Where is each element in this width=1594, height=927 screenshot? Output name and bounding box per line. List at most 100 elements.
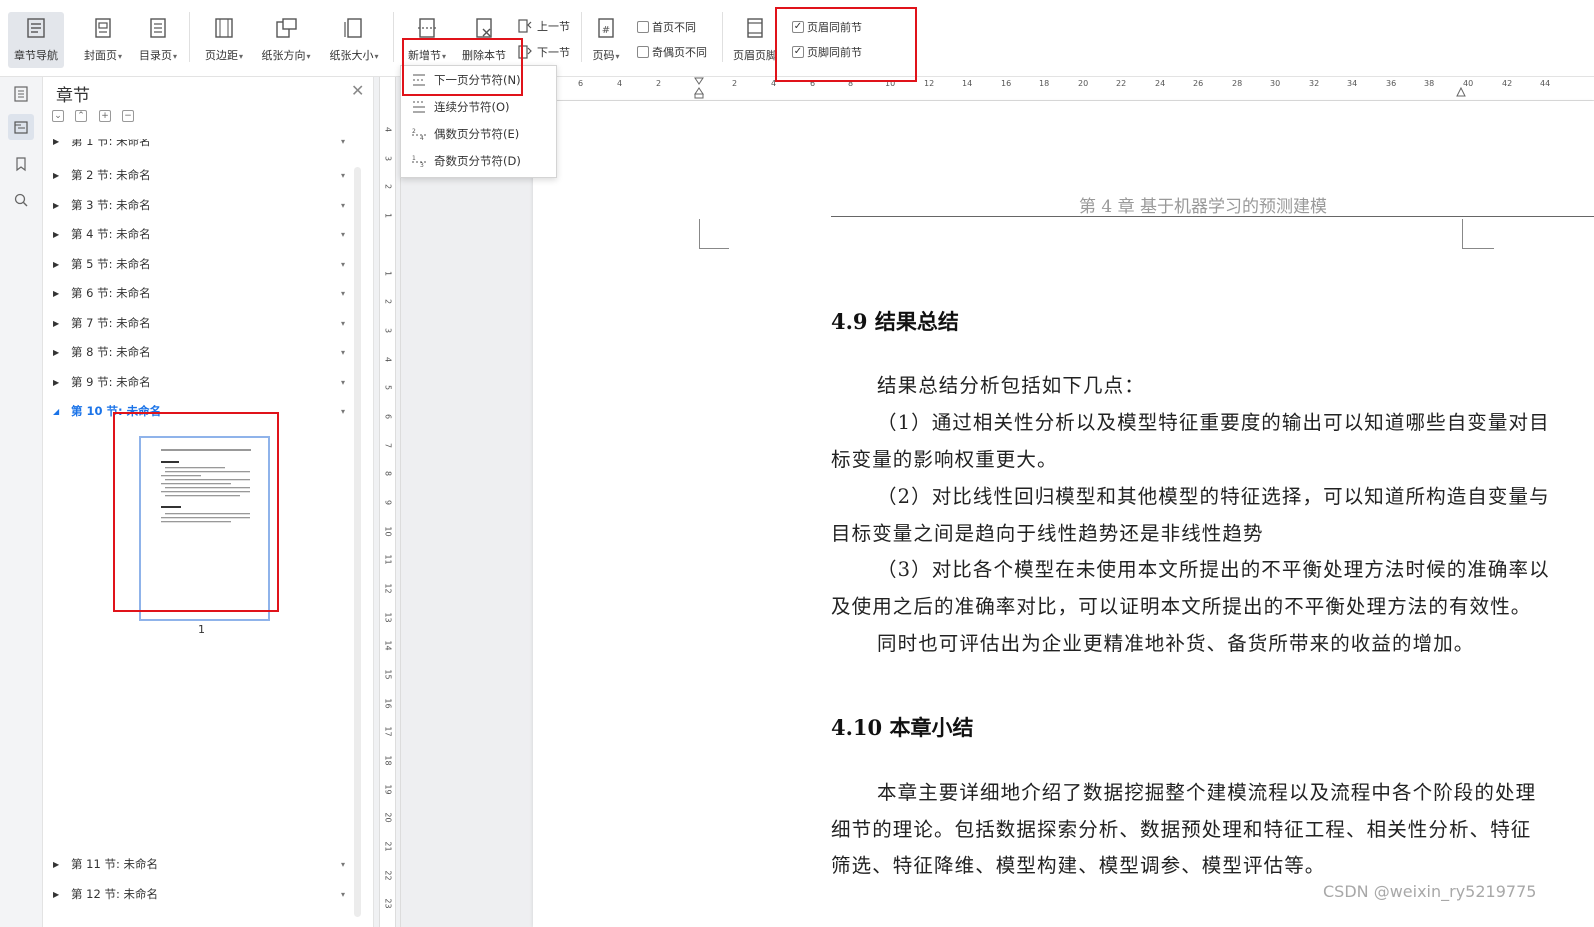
chevron-down-icon[interactable]: ▾ bbox=[341, 139, 353, 146]
chevron-down-icon[interactable]: ▾ bbox=[341, 860, 353, 869]
svg-text:3: 3 bbox=[420, 162, 424, 168]
prev-section-button[interactable]: 上一节 bbox=[516, 18, 570, 34]
ribbon-divider bbox=[393, 12, 394, 62]
orientation-button[interactable]: 纸张方向▾ bbox=[256, 15, 316, 63]
ruler-number: 38 bbox=[1424, 79, 1435, 88]
remove-section-icon[interactable]: − bbox=[122, 110, 134, 122]
section-item-6[interactable]: ▶ 第 6 节: 未命名 ▾ bbox=[53, 283, 353, 303]
watermark-text: CSDN @weixin_ry5219775 bbox=[1323, 882, 1537, 901]
ruler-number: 22 bbox=[1116, 79, 1127, 88]
ruler-number: 28 bbox=[1232, 79, 1243, 88]
chevron-down-icon[interactable]: ▾ bbox=[341, 201, 353, 210]
header-footer-icon bbox=[742, 15, 768, 41]
section-item-7[interactable]: ▶ 第 7 节: 未命名 ▾ bbox=[53, 313, 353, 333]
ruler-number: 2 bbox=[383, 183, 393, 190]
section-break-icon: 24 bbox=[410, 126, 428, 142]
expand-arrow-icon: ▶ bbox=[53, 859, 60, 869]
chevron-down-icon[interactable]: ▾ bbox=[341, 890, 353, 899]
chevron-down-icon[interactable]: ▾ bbox=[341, 407, 353, 416]
section-label: 第 9 节: 未命名 bbox=[71, 375, 151, 389]
chevron-down-icon[interactable]: ▾ bbox=[341, 230, 353, 239]
outline-icon[interactable] bbox=[8, 81, 34, 107]
section-item-4[interactable]: ▶ 第 4 节: 未命名 ▾ bbox=[53, 224, 353, 244]
new-section-dropdown: 下一页分节符(N) 连续分节符(O) 24 偶数页分节符(E) 13 奇数页分节… bbox=[400, 65, 557, 178]
chevron-down-icon[interactable]: ▾ bbox=[341, 260, 353, 269]
margins-button[interactable]: 页边距▾ bbox=[200, 15, 248, 63]
delete-section-button[interactable]: 删除本节 bbox=[458, 15, 510, 63]
thumbnail-preview bbox=[161, 449, 251, 523]
section-item-10[interactable]: ◢ 第 10 节: 未命名 ▾ bbox=[53, 401, 353, 421]
section-label: 第 7 节: 未命名 bbox=[71, 316, 151, 330]
paper-size-button[interactable]: 纸张大小▾ bbox=[324, 15, 384, 63]
header-same-as-previous-checkbox[interactable]: ✓ 页眉同前节 bbox=[792, 19, 862, 35]
ruler-number: 1 bbox=[383, 212, 393, 219]
paragraph-line: 及使用之后的准确率对比，可以证明本文所提出的不平衡处理方法的有效性。 bbox=[831, 595, 1532, 618]
cover-page-button[interactable]: 封面页▾ bbox=[80, 15, 126, 63]
expand-arrow-icon: ▶ bbox=[53, 889, 60, 899]
chevron-down-icon[interactable]: ▾ bbox=[341, 378, 353, 387]
ruler-number: 3 bbox=[383, 155, 393, 162]
paper-size-label: 纸张大小 bbox=[329, 49, 374, 62]
section-item-5[interactable]: ▶ 第 5 节: 未命名 ▾ bbox=[53, 254, 353, 274]
section-item-1[interactable]: ▶ 第 1 节: 未命名 ▾ bbox=[53, 139, 353, 151]
first-page-different-checkbox[interactable]: 首页不同 bbox=[637, 19, 696, 35]
new-section-button[interactable]: 新增节▾ bbox=[401, 15, 453, 63]
section-item-2[interactable]: ▶ 第 2 节: 未命名 ▾ bbox=[53, 165, 353, 185]
bookmark-icon[interactable] bbox=[8, 151, 34, 177]
even-page-section-break[interactable]: 24 偶数页分节符(E) bbox=[401, 120, 556, 147]
chevron-down-icon[interactable]: ▾ bbox=[341, 348, 353, 357]
section-label: 第 10 节: 未命名 bbox=[71, 404, 162, 418]
odd-even-different-checkbox[interactable]: 奇偶页不同 bbox=[637, 44, 707, 60]
collapse-all-icon[interactable]: ⌄ bbox=[52, 110, 64, 122]
chapter-icon[interactable] bbox=[8, 114, 34, 140]
chevron-down-icon[interactable]: ▾ bbox=[341, 319, 353, 328]
toc-icon bbox=[145, 15, 171, 41]
ruler-number: 44 bbox=[1540, 79, 1551, 88]
section-label: 第 11 节: 未命名 bbox=[71, 857, 158, 871]
footer-same-as-previous-checkbox[interactable]: ✓ 页脚同前节 bbox=[792, 44, 862, 60]
continuous-section-break[interactable]: 连续分节符(O) bbox=[401, 93, 556, 120]
panel-scrollbar[interactable] bbox=[354, 167, 361, 917]
header-footer-button[interactable]: 页眉页脚 bbox=[730, 15, 780, 63]
expand-arrow-icon: ▶ bbox=[53, 318, 60, 328]
add-section-icon[interactable]: + bbox=[99, 110, 111, 122]
section-item-12[interactable]: ▶ 第 12 节: 未命名 ▾ bbox=[53, 884, 353, 904]
expand-up-icon[interactable]: ⌃ bbox=[75, 110, 87, 122]
chapter-nav-button[interactable]: 章节导航 bbox=[8, 12, 64, 68]
menu-item-label: 偶数页分节符(E) bbox=[434, 126, 520, 141]
expand-arrow-icon: ▶ bbox=[53, 139, 60, 146]
ruler-number: 9 bbox=[383, 499, 393, 506]
toc-page-button[interactable]: 目录页▾ bbox=[135, 15, 181, 63]
close-icon[interactable]: ✕ bbox=[351, 81, 364, 100]
ruler-number: 8 bbox=[383, 470, 393, 477]
section-item-8[interactable]: ▶ 第 8 节: 未命名 ▾ bbox=[53, 342, 353, 362]
ruler-number: 11 bbox=[383, 554, 393, 565]
odd-page-section-break[interactable]: 13 奇数页分节符(D) bbox=[401, 147, 556, 174]
section-label: 第 12 节: 未命名 bbox=[71, 887, 158, 901]
ribbon-divider bbox=[581, 12, 582, 62]
right-indent-marker-icon[interactable] bbox=[1456, 82, 1466, 98]
ruler-number: 21 bbox=[383, 841, 393, 852]
indent-marker-icon[interactable] bbox=[694, 77, 704, 100]
section-item-3[interactable]: ▶ 第 3 节: 未命名 ▾ bbox=[53, 195, 353, 215]
page-thumbnail[interactable] bbox=[139, 436, 270, 621]
document-page[interactable]: 第 4 章 基于机器学习的预测建模 4.9 结果总结 结果总结分析包括如下几点：… bbox=[533, 101, 1594, 927]
chevron-down-icon[interactable]: ▾ bbox=[341, 171, 353, 180]
chevron-down-icon[interactable]: ▾ bbox=[341, 289, 353, 298]
section-item-9[interactable]: ▶ 第 9 节: 未命名 ▾ bbox=[53, 372, 353, 392]
delete-section-label: 删除本节 bbox=[462, 49, 506, 62]
next-section-button[interactable]: 下一节 bbox=[516, 44, 570, 60]
ruler-number: 23 bbox=[383, 898, 393, 909]
ruler-number: 36 bbox=[1386, 79, 1397, 88]
section-break-icon: 13 bbox=[410, 153, 428, 169]
ruler-number: 14 bbox=[962, 79, 973, 88]
next-page-section-break[interactable]: 下一页分节符(N) bbox=[401, 66, 556, 93]
cover-page-icon bbox=[90, 15, 116, 41]
section-item-11[interactable]: ▶ 第 11 节: 未命名 ▾ bbox=[53, 854, 353, 874]
search-icon[interactable] bbox=[8, 187, 34, 213]
header-same-as-previous-label: 页眉同前节 bbox=[807, 21, 862, 34]
page-number-button[interactable]: # 页码▾ bbox=[587, 15, 625, 63]
document-canvas: 第 4 章 基于机器学习的预测建模 4.9 结果总结 结果总结分析包括如下几点：… bbox=[401, 101, 1594, 927]
prev-section-label: 上一节 bbox=[537, 20, 570, 33]
first-page-different-label: 首页不同 bbox=[652, 21, 696, 34]
